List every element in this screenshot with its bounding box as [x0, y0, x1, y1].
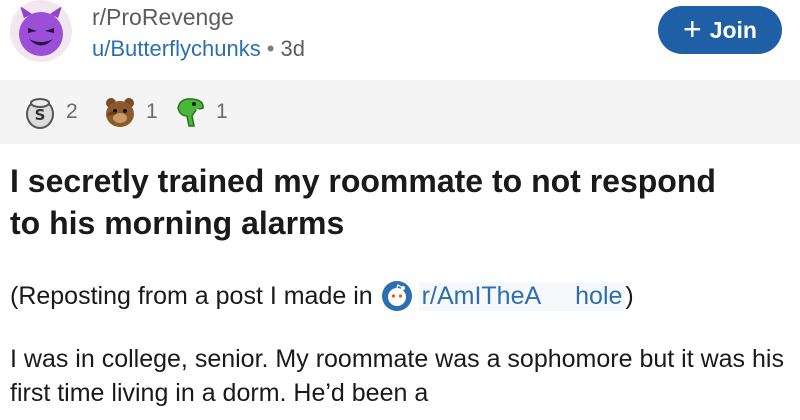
repost-suffix: ) [625, 281, 634, 310]
award-count: 1 [146, 100, 158, 123]
post-body: I was in college, senior. My roommate wa… [10, 345, 784, 407]
byline-separator: • [266, 36, 275, 61]
award-count: 2 [66, 100, 78, 123]
author-link[interactable]: u/Butterflychunks [92, 36, 261, 61]
devil-face-icon [10, 0, 72, 62]
repost-note: (Reposting from a post I made in r/AmITh… [10, 280, 634, 312]
subreddit-icon [381, 281, 412, 311]
svg-text:S: S [35, 106, 46, 124]
post-byline: u/Butterflychunks • 3d [92, 36, 305, 62]
dinosaur-award-icon [177, 98, 204, 127]
post-age: 3d [280, 36, 305, 61]
award-count: 1 [216, 100, 228, 123]
subreddit-name[interactable]: r/ProRevenge [92, 4, 234, 31]
join-button[interactable]: + Join [658, 6, 782, 54]
bear-award-icon [106, 98, 134, 127]
awards-bar: S 2 1 1 [0, 80, 800, 144]
plus-icon: + [683, 10, 702, 47]
subreddit-avatar-icon[interactable] [10, 0, 72, 62]
award-silver[interactable]: S 2 [22, 94, 78, 130]
award-dinosaur[interactable]: 1 [172, 94, 228, 130]
subreddit-link-text-end: hole [575, 281, 623, 310]
repost-prefix: (Reposting from a post I made in [10, 281, 373, 310]
award-bear[interactable]: 1 [102, 94, 158, 130]
post-header: r/ProRevenge u/Butterflychunks • 3d + Join [0, 0, 800, 80]
silver-award-icon: S [26, 98, 54, 129]
subreddit-link-text: r/AmITheA [421, 281, 542, 310]
post-title[interactable]: I secretly trained my roommate to not re… [10, 160, 750, 244]
join-label: Join [709, 16, 757, 43]
subreddit-link[interactable]: r/AmITheA hole [418, 281, 626, 311]
